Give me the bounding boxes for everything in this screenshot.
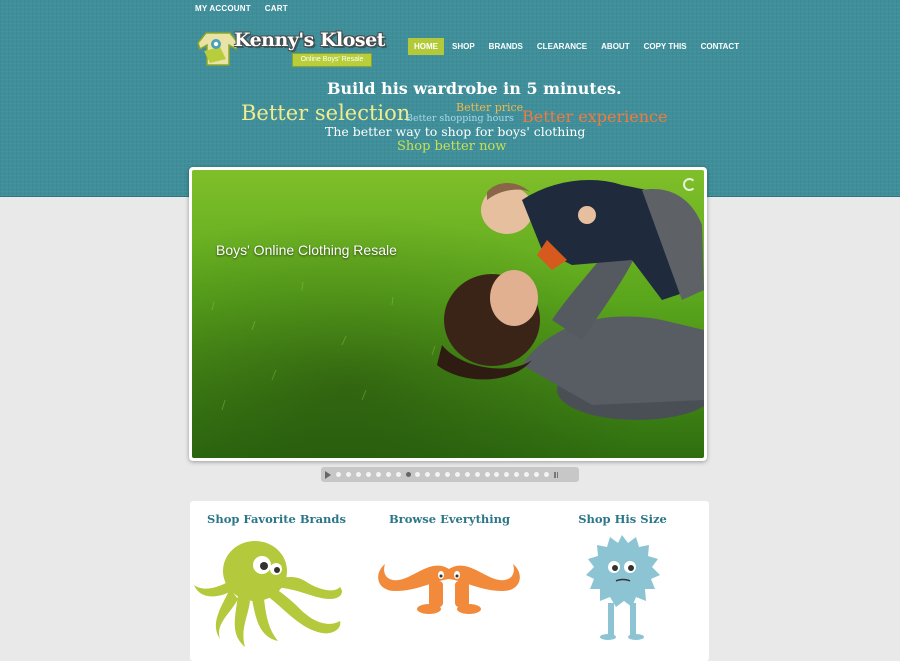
tag-better-way: The better way to shop for boys' clothin… (325, 124, 586, 139)
slider-dot[interactable] (464, 472, 470, 477)
slider-dot[interactable] (454, 472, 460, 477)
nav-copy-this[interactable]: COPY THIS (638, 38, 693, 55)
slider-dot[interactable] (336, 472, 342, 477)
slider-dot[interactable] (346, 472, 352, 477)
category-size[interactable]: Shop His Size (536, 501, 709, 661)
category-title: Shop Favorite Brands (207, 512, 346, 526)
category-panel: Shop Favorite Brands Browse Everything S… (190, 501, 709, 661)
mustache-icon (378, 564, 520, 614)
slider-dot[interactable] (474, 472, 480, 477)
slider-dot[interactable] (356, 472, 362, 477)
play-icon[interactable] (325, 470, 331, 479)
site-logo[interactable]: Kenny's Kloset Online Boys' Resale (196, 27, 385, 71)
tag-better-hours: Better shopping hours (406, 113, 514, 124)
logo-wordmark: Kenny's Kloset (234, 29, 385, 51)
slider-dot[interactable] (425, 472, 431, 477)
nav-home[interactable]: HOME (408, 38, 444, 55)
furry-monster-icon (586, 535, 660, 640)
slider-dot[interactable] (385, 472, 391, 477)
pause-icon[interactable] (554, 471, 559, 478)
slider-dot[interactable] (514, 472, 520, 477)
slider-dot[interactable] (445, 472, 451, 477)
slider-dot[interactable] (366, 472, 372, 477)
slider-dot[interactable] (504, 472, 510, 477)
slider-dot[interactable] (405, 472, 411, 477)
hero-slider: Boys' Online Clothing Resale (189, 167, 707, 461)
slide-caption: Boys' Online Clothing Resale (216, 242, 397, 258)
octopus-icon (194, 541, 342, 647)
slider-dot[interactable] (415, 472, 421, 477)
slider-dot[interactable] (375, 472, 381, 477)
slider-dot[interactable] (395, 472, 401, 477)
cart-link[interactable]: CART (265, 4, 288, 13)
nav-about[interactable]: ABOUT (595, 38, 635, 55)
slider-pager (321, 467, 579, 482)
category-title: Browse Everything (388, 512, 511, 526)
slider-dot[interactable] (484, 472, 490, 477)
nav-brands[interactable]: BRANDS (483, 38, 529, 55)
slider-dot[interactable] (543, 472, 549, 477)
top-links: MY ACCOUNT CART (195, 4, 288, 13)
nav-clearance[interactable]: CLEARANCE (531, 38, 593, 55)
hero-headline: Build his wardrobe in 5 minutes. (327, 79, 622, 98)
slide-image[interactable]: Boys' Online Clothing Resale (192, 170, 704, 458)
slide-loader-icon (683, 178, 696, 191)
my-account-link[interactable]: MY ACCOUNT (195, 4, 251, 13)
category-brands[interactable]: Shop Favorite Brands (190, 501, 363, 661)
mother-baby-photo (192, 170, 704, 458)
nav-contact[interactable]: CONTACT (695, 38, 746, 55)
shop-better-now-link[interactable]: Shop better now (397, 139, 506, 154)
category-browse[interactable]: Browse Everything (363, 501, 536, 661)
slider-dot[interactable] (524, 472, 530, 477)
slider-dot[interactable] (435, 472, 441, 477)
nav-shop[interactable]: SHOP (446, 38, 481, 55)
slider-dot[interactable] (494, 472, 500, 477)
main-nav: HOME SHOP BRANDS CLEARANCE ABOUT COPY TH… (408, 38, 747, 55)
logo-tagline: Online Boys' Resale (292, 53, 372, 67)
category-title: Shop His Size (578, 512, 667, 526)
slider-dot[interactable] (533, 472, 539, 477)
tag-better-selection: Better selection (241, 101, 411, 125)
